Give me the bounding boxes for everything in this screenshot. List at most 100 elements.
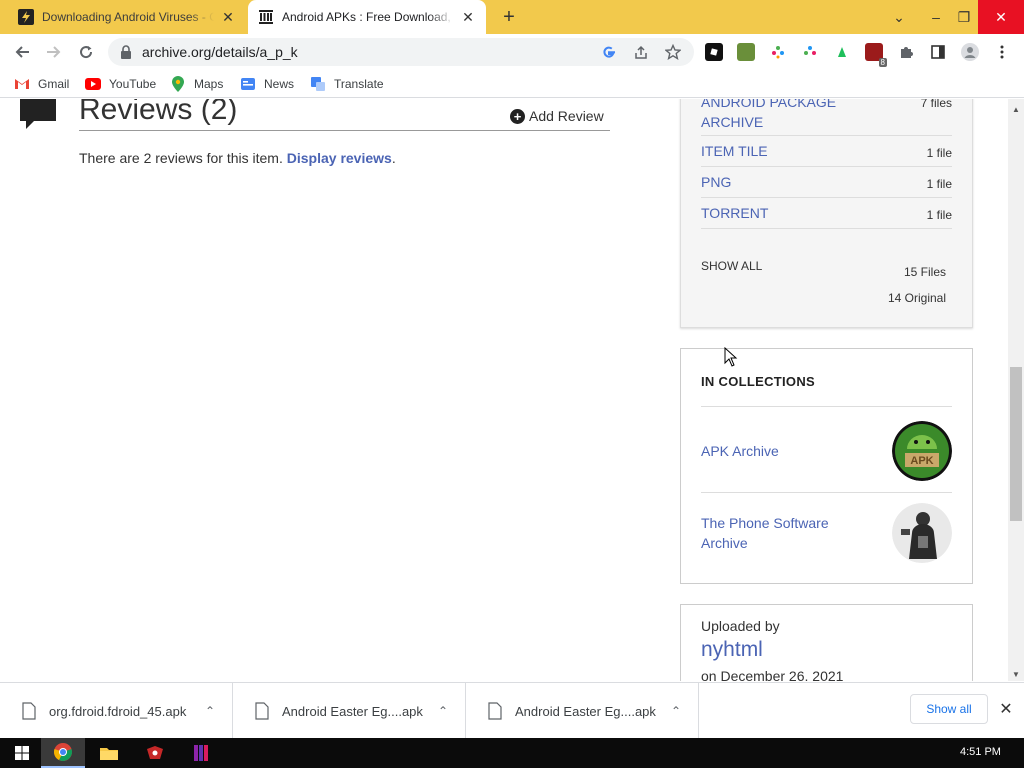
youtube-icon	[85, 76, 101, 92]
extension-roblox-icon[interactable]	[705, 43, 723, 61]
bookmark-gmail[interactable]: Gmail	[14, 76, 69, 92]
file-type-link[interactable]: PNG	[701, 174, 731, 190]
plus-circle-icon: +	[510, 108, 525, 124]
url-text[interactable]: archive.org/details/a_p_k	[142, 44, 298, 60]
files-original-count: 14 Original	[887, 291, 946, 305]
address-bar[interactable]: archive.org/details/a_p_k	[108, 38, 694, 66]
file-icon	[255, 702, 269, 720]
winrar-icon[interactable]	[179, 738, 223, 768]
file-count: 1 file	[926, 208, 952, 222]
tab-downloading-android-viruses[interactable]: Downloading Android Viruses - C ✕	[8, 0, 246, 34]
scroll-up-arrow-icon[interactable]: ▲	[1012, 105, 1020, 114]
side-panel-icon[interactable]	[929, 43, 947, 61]
chrome-taskbar-icon[interactable]	[41, 738, 85, 768]
bookmark-youtube[interactable]: YouTube	[85, 76, 156, 92]
period: .	[391, 150, 396, 166]
archive-icon	[258, 9, 274, 25]
collection-thumb-phone-software-archive[interactable]	[892, 503, 952, 563]
scrollbar-thumb[interactable]	[1010, 367, 1022, 521]
download-filename: org.fdroid.fdroid_45.apk	[49, 703, 187, 719]
bookmark-translate[interactable]: Translate	[310, 76, 384, 92]
page-content: Reviews (2) + Add Review There are 2 rev…	[0, 99, 1008, 681]
extension-image-icon[interactable]	[737, 43, 755, 61]
scroll-down-arrow-icon[interactable]: ▼	[1012, 670, 1020, 679]
menu-kebab-icon[interactable]	[993, 43, 1011, 61]
translate-icon	[310, 76, 326, 92]
google-icon[interactable]	[600, 43, 618, 61]
bookmark-news[interactable]: News	[240, 76, 294, 92]
reviews-summary: There are 2 reviews for this item. Displ…	[79, 150, 396, 166]
display-reviews-link[interactable]: Display reviews	[287, 150, 392, 166]
bookmark-maps[interactable]: Maps	[170, 76, 223, 92]
file-row-item-tile[interactable]: ITEM TILE 1 file	[701, 136, 952, 167]
tab-close-icon[interactable]: ✕	[220, 9, 236, 26]
file-type-link[interactable]: ANDROID PACKAGE ARCHIVE	[701, 99, 851, 132]
lightning-icon	[18, 9, 34, 25]
chevron-up-icon[interactable]: ⌃	[433, 704, 453, 718]
lock-icon	[120, 45, 132, 59]
collection-thumb-apk-archive[interactable]: APK	[892, 421, 952, 481]
file-row-android-package-archive[interactable]: ANDROID PACKAGE ARCHIVE 7 files	[701, 99, 952, 136]
file-explorer-icon[interactable]	[87, 738, 131, 768]
tab-strip: Downloading Android Viruses - C ✕ Androi…	[0, 0, 1024, 34]
windows-start-icon[interactable]	[0, 738, 44, 768]
download-options-panel: ANDROID PACKAGE ARCHIVE 7 files ITEM TIL…	[680, 99, 973, 328]
download-item[interactable]: Android Easter Eg....apk ⌃	[233, 683, 466, 739]
app-red-icon[interactable]	[133, 738, 177, 768]
close-window-button[interactable]: ✕	[978, 0, 1024, 34]
news-icon	[240, 76, 256, 92]
back-arrow-icon[interactable]	[10, 40, 34, 64]
bookmarks-bar: Gmail YouTube Maps News Translate	[0, 70, 1024, 98]
download-item[interactable]: Android Easter Eg....apk ⌃	[466, 683, 699, 739]
tab-android-apks[interactable]: Android APKs : Free Download, B ✕	[248, 0, 486, 34]
chevron-up-icon[interactable]: ⌃	[200, 704, 220, 718]
uploader-link[interactable]: nyhtml	[701, 638, 763, 662]
uploaded-by-label: Uploaded by	[701, 618, 780, 634]
show-all-downloads-button[interactable]: Show all	[910, 694, 988, 724]
taskbar-clock[interactable]: 4:51 PM	[960, 746, 1001, 758]
profile-avatar-icon[interactable]	[961, 43, 979, 61]
bookmark-label: Translate	[334, 77, 384, 91]
divider	[79, 130, 610, 131]
download-filename: Android Easter Eg....apk	[515, 703, 656, 719]
extensions-puzzle-icon[interactable]	[897, 43, 915, 61]
maps-icon	[170, 76, 186, 92]
new-tab-button[interactable]: +	[498, 6, 520, 28]
collection-link-apk-archive[interactable]: APK Archive	[701, 441, 851, 461]
extension-dots2-icon[interactable]	[801, 43, 819, 61]
share-icon[interactable]	[632, 43, 650, 61]
close-download-bar-icon[interactable]: ✕	[996, 699, 1016, 719]
file-icon	[22, 702, 36, 720]
tab-close-icon[interactable]: ✕	[460, 9, 476, 26]
minimize-button[interactable]: –	[922, 0, 950, 34]
chevron-up-icon[interactable]: ⌃	[666, 704, 686, 718]
extension-ublock-icon[interactable]: 8	[865, 43, 887, 67]
extension-dots-icon[interactable]	[769, 43, 787, 61]
collection-link-phone-software-archive[interactable]: The Phone Software Archive	[701, 513, 851, 553]
restore-button[interactable]: ❐	[950, 0, 978, 34]
reviews-count-text: There are 2 reviews for this item.	[79, 150, 283, 166]
download-item[interactable]: org.fdroid.fdroid_45.apk ⌃	[0, 683, 233, 739]
file-type-link[interactable]: ITEM TILE	[701, 143, 768, 159]
add-review-button[interactable]: + Add Review	[510, 108, 604, 124]
files-total: 15 Files	[903, 265, 946, 279]
file-count: 1 file	[926, 146, 952, 160]
collections-heading: IN COLLECTIONS	[701, 374, 815, 389]
forward-arrow-icon[interactable]	[42, 40, 66, 64]
bookmark-label: Gmail	[38, 77, 70, 91]
windows-taskbar: 4:51 PM	[0, 738, 1024, 768]
reload-icon[interactable]	[74, 40, 98, 64]
divider	[701, 406, 952, 407]
file-row-torrent[interactable]: TORRENT 1 file	[701, 198, 952, 229]
show-all-files-link[interactable]: SHOW ALL	[701, 259, 762, 273]
extension-green-icon[interactable]	[833, 43, 851, 61]
page-scrollbar[interactable]: ▲ ▼	[1008, 99, 1024, 681]
tab-title: Android APKs : Free Download, B	[282, 10, 454, 24]
file-type-link[interactable]: TORRENT	[701, 205, 768, 221]
file-icon	[488, 702, 502, 720]
bookmark-star-icon[interactable]	[664, 43, 682, 61]
bookmark-label: Maps	[194, 77, 224, 91]
tab-search-chevron-icon[interactable]: ⌄	[888, 0, 910, 34]
file-row-png[interactable]: PNG 1 file	[701, 167, 952, 198]
upload-date: on December 26, 2021	[701, 668, 844, 681]
